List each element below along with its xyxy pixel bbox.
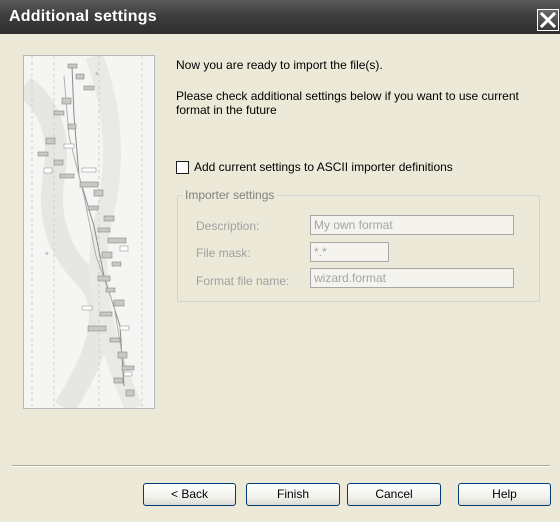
file-mask-field[interactable]: *.* — [310, 242, 389, 262]
svg-text:✦: ✦ — [94, 70, 100, 78]
finish-button[interactable]: Finish — [246, 483, 340, 506]
description-field[interactable]: My own format — [310, 215, 514, 235]
additional-settings-dialog: Additional settings ✦ ✦ Now you are read… — [0, 0, 560, 522]
help-button[interactable]: Help — [458, 483, 551, 506]
importer-settings-legend: Importer settings — [182, 188, 278, 202]
close-button[interactable] — [537, 9, 559, 31]
cancel-button[interactable]: Cancel — [347, 483, 441, 506]
wizard-picture: ✦ ✦ — [23, 55, 155, 409]
file-mask-label: File mask: — [196, 246, 251, 260]
format-file-name-field[interactable]: wizard.format — [310, 268, 514, 288]
back-button[interactable]: < Back — [143, 483, 236, 506]
save-settings-checkbox[interactable] — [176, 161, 189, 174]
svg-text:✦: ✦ — [44, 250, 50, 258]
format-file-name-label: Format file name: — [196, 274, 290, 288]
save-settings-checkbox-label[interactable]: Add current settings to ASCII importer d… — [194, 160, 453, 174]
instruction-text: Please check additional settings below i… — [176, 89, 519, 117]
candlestick-chart-picture: ✦ ✦ — [24, 56, 154, 408]
intro-text: Now you are ready to import the file(s). — [176, 58, 383, 72]
title-bar[interactable]: Additional settings — [0, 0, 560, 34]
description-label: Description: — [196, 219, 260, 233]
button-separator — [12, 465, 550, 467]
window-title: Additional settings — [9, 8, 157, 25]
close-icon — [540, 12, 556, 28]
